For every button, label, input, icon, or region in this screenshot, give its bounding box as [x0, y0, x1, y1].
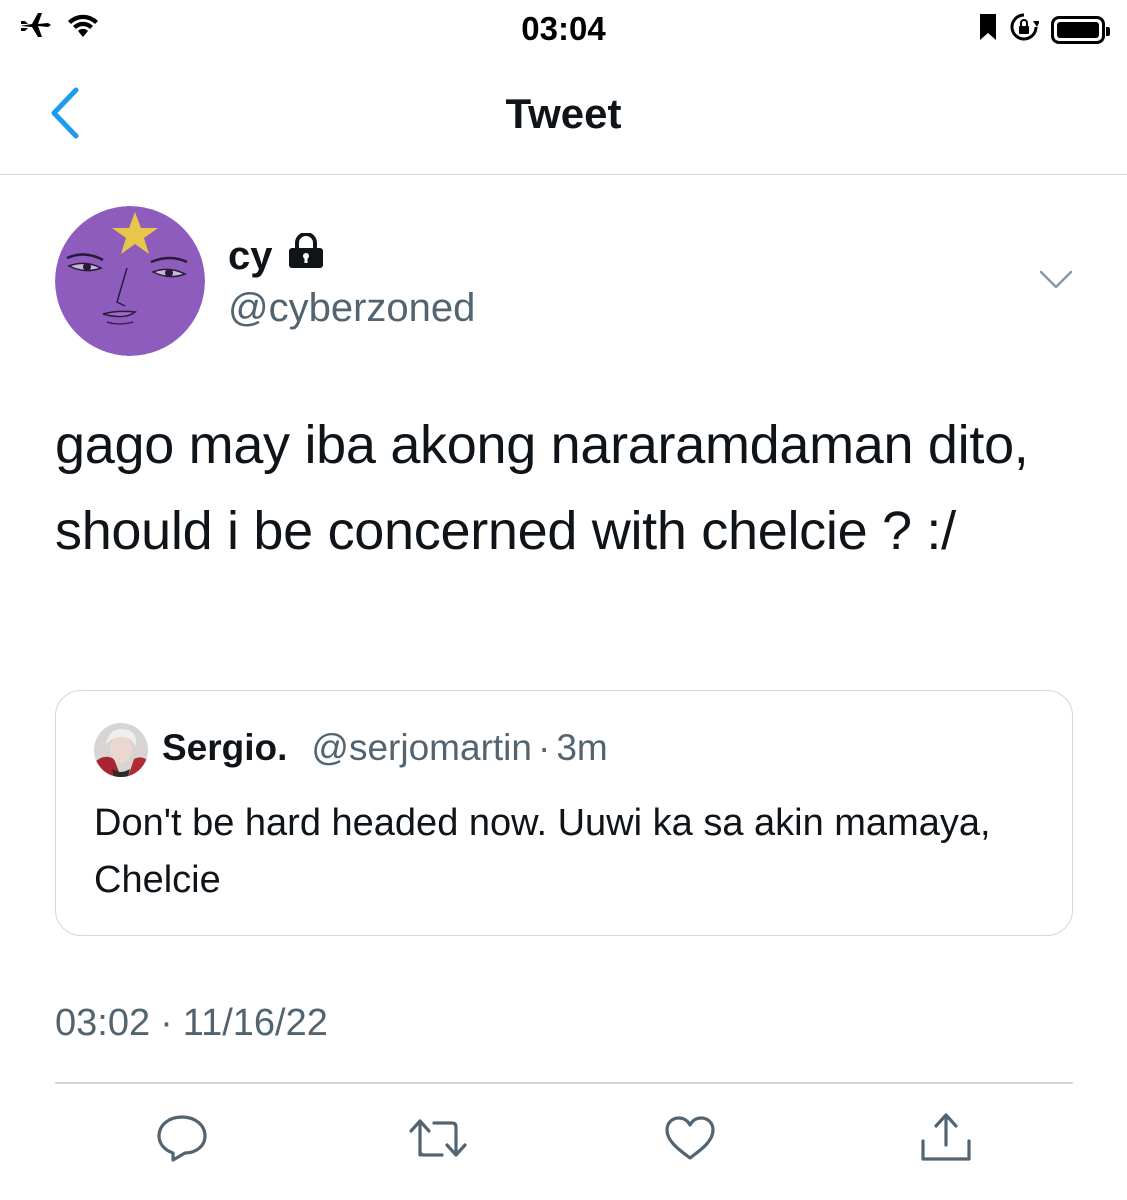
reply-button[interactable] [152, 1110, 212, 1170]
quoted-handle: @serjomartin [311, 727, 532, 768]
author-avatar[interactable] [55, 206, 205, 356]
page-title: Tweet [505, 90, 622, 137]
author-display-name[interactable]: cy [228, 232, 325, 279]
status-right-icons [979, 12, 1110, 47]
share-button[interactable] [916, 1110, 976, 1170]
bookmark-icon [979, 13, 997, 46]
quoted-name: Sergio. [162, 727, 288, 768]
rotation-lock-icon [1009, 12, 1040, 47]
quoted-text: Don't be hard headed now. Uuwi ka sa aki… [94, 802, 991, 901]
timestamp-separator: · [160, 1002, 173, 1044]
timestamp-date: 11/16/22 [182, 1002, 328, 1044]
avatar-image [55, 206, 205, 356]
retweet-icon [408, 1115, 468, 1166]
quoted-separator: · [537, 727, 551, 768]
like-icon [663, 1114, 717, 1167]
tweet-timestamp: 03:02 · 11/16/22 [55, 1002, 328, 1045]
tweet-text: gago may iba akong nararamdaman dito, sh… [55, 415, 1029, 561]
divider [55, 1082, 1073, 1084]
reply-icon [155, 1113, 209, 1168]
display-name-text: cy [228, 233, 273, 278]
quoted-tweet[interactable]: Sergio. @serjomartin · 3m Don't be hard … [55, 690, 1073, 936]
quoted-avatar [94, 723, 148, 777]
battery-tip [1106, 26, 1110, 36]
lock-icon [287, 232, 325, 279]
share-icon [918, 1111, 974, 1170]
status-time: 03:04 [521, 10, 606, 47]
status-bar: 03:04 [0, 0, 1127, 60]
more-options-button[interactable] [1036, 262, 1076, 302]
timestamp-time: 03:02 [55, 1002, 151, 1044]
battery-level [1057, 21, 1099, 38]
quoted-avatar-image [94, 723, 148, 777]
quoted-time: 3m [556, 727, 608, 768]
author-handle[interactable]: @cyberzoned [228, 286, 475, 331]
retweet-button[interactable] [408, 1110, 468, 1170]
quoted-header: Sergio. @serjomartin · 3m [162, 727, 608, 769]
like-button[interactable] [660, 1110, 720, 1170]
action-bar [0, 1110, 1127, 1180]
chevron-down-icon [1039, 270, 1073, 295]
nav-bar: Tweet [0, 60, 1127, 175]
battery-icon [1051, 15, 1110, 44]
